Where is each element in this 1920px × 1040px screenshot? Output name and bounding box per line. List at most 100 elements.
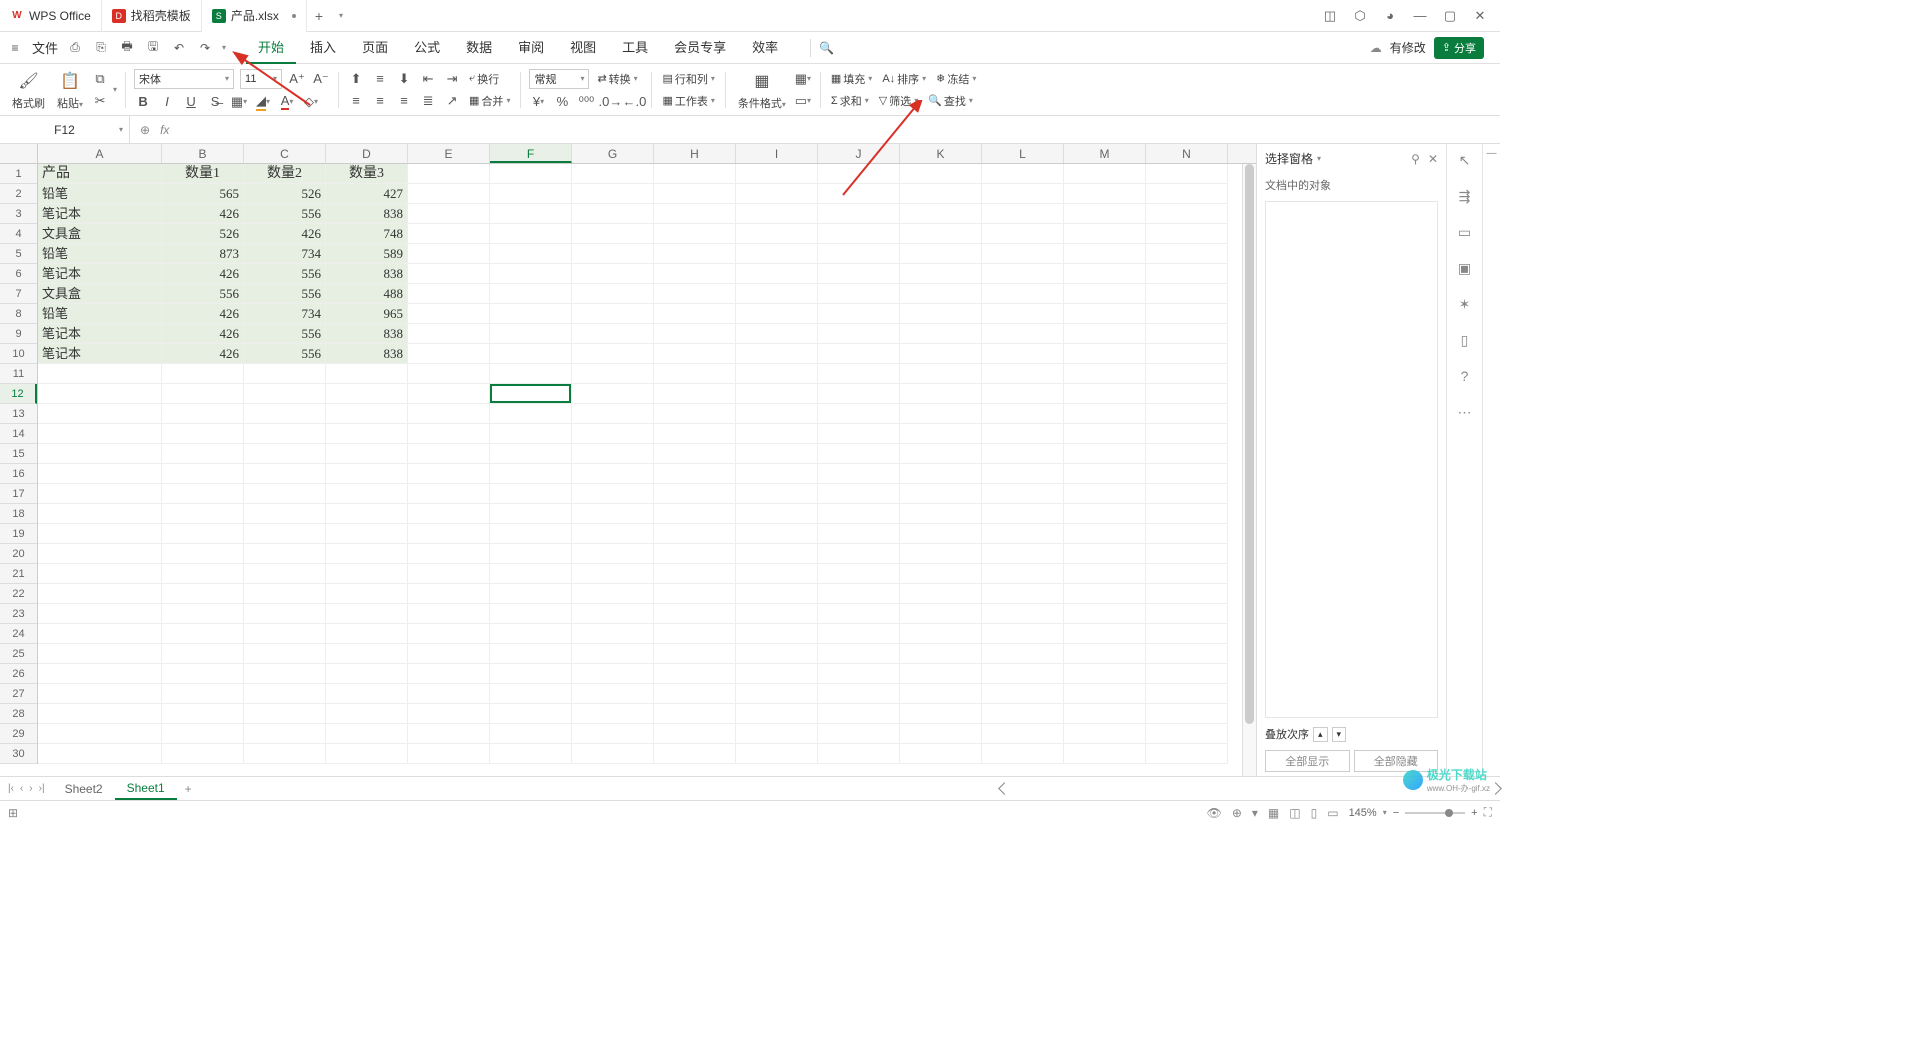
cell-J14[interactable] xyxy=(818,424,900,444)
cell-G15[interactable] xyxy=(572,444,654,464)
col-header-F[interactable]: F xyxy=(490,144,572,163)
cell-G14[interactable] xyxy=(572,424,654,444)
cell-A1[interactable]: 产品 xyxy=(38,164,162,184)
cell-B17[interactable] xyxy=(162,484,244,504)
cell-B16[interactable] xyxy=(162,464,244,484)
row-header-29[interactable]: 29 xyxy=(0,724,37,744)
sort-button[interactable]: A↓排序▾ xyxy=(880,70,928,88)
cell-N18[interactable] xyxy=(1146,504,1228,524)
cell-N7[interactable] xyxy=(1146,284,1228,304)
align-middle-icon[interactable]: ≡ xyxy=(371,70,389,88)
cell-D22[interactable] xyxy=(326,584,408,604)
cell-A18[interactable] xyxy=(38,504,162,524)
cell-L24[interactable] xyxy=(982,624,1064,644)
cell-B23[interactable] xyxy=(162,604,244,624)
cell-K23[interactable] xyxy=(900,604,982,624)
cell-F19[interactable] xyxy=(490,524,572,544)
reading-view-icon[interactable]: ▭ xyxy=(1327,806,1338,820)
cell-G5[interactable] xyxy=(572,244,654,264)
cell-J26[interactable] xyxy=(818,664,900,684)
cell-M18[interactable] xyxy=(1064,504,1146,524)
cell-F22[interactable] xyxy=(490,584,572,604)
cell-E15[interactable] xyxy=(408,444,490,464)
cell-C23[interactable] xyxy=(244,604,326,624)
menu-tab-review[interactable]: 审阅 xyxy=(506,31,556,64)
cell-F2[interactable] xyxy=(490,184,572,204)
cell-L27[interactable] xyxy=(982,684,1064,704)
menu-tab-efficiency[interactable]: 效率 xyxy=(740,31,790,64)
cell-A21[interactable] xyxy=(38,564,162,584)
cell-C17[interactable] xyxy=(244,484,326,504)
cell-A3[interactable]: 笔记本 xyxy=(38,204,162,224)
cell-C3[interactable]: 556 xyxy=(244,204,326,224)
paste-group[interactable]: 📋 粘贴▾ xyxy=(53,69,87,111)
italic-icon[interactable]: I xyxy=(158,93,176,111)
cell-K11[interactable] xyxy=(900,364,982,384)
cell-G4[interactable] xyxy=(572,224,654,244)
cell-A16[interactable] xyxy=(38,464,162,484)
cell-I24[interactable] xyxy=(736,624,818,644)
cell-E9[interactable] xyxy=(408,324,490,344)
cell-C4[interactable]: 426 xyxy=(244,224,326,244)
cell-H16[interactable] xyxy=(654,464,736,484)
clipboard-tool-icon[interactable]: ▭ xyxy=(1455,222,1475,242)
row-col-button[interactable]: ▤行和列▾ xyxy=(660,70,716,88)
qat-dropdown[interactable]: ▾ xyxy=(222,43,226,52)
chart-tool-icon[interactable]: ▣ xyxy=(1455,258,1475,278)
cell-A20[interactable] xyxy=(38,544,162,564)
cell-F1[interactable] xyxy=(490,164,572,184)
cell-D7[interactable]: 488 xyxy=(326,284,408,304)
cell-M30[interactable] xyxy=(1064,744,1146,764)
cell-I13[interactable] xyxy=(736,404,818,424)
cell-J24[interactable] xyxy=(818,624,900,644)
find-button[interactable]: 🔍查找▾ xyxy=(926,92,975,110)
cell-G26[interactable] xyxy=(572,664,654,684)
cut-icon[interactable]: ✂ xyxy=(91,92,109,110)
cell-A15[interactable] xyxy=(38,444,162,464)
cell-D12[interactable] xyxy=(326,384,408,404)
tab-template[interactable]: D 找稻壳模板 xyxy=(102,0,202,32)
cell-G7[interactable] xyxy=(572,284,654,304)
cell-A8[interactable]: 铅笔 xyxy=(38,304,162,324)
copy-icon[interactable]: ⧉ xyxy=(91,70,109,88)
cell-H15[interactable] xyxy=(654,444,736,464)
cell-E7[interactable] xyxy=(408,284,490,304)
cell-L5[interactable] xyxy=(982,244,1064,264)
cell-D29[interactable] xyxy=(326,724,408,744)
cell-N20[interactable] xyxy=(1146,544,1228,564)
cell-H6[interactable] xyxy=(654,264,736,284)
cell-D17[interactable] xyxy=(326,484,408,504)
cell-J27[interactable] xyxy=(818,684,900,704)
cell-H11[interactable] xyxy=(654,364,736,384)
cell-L18[interactable] xyxy=(982,504,1064,524)
cell-D16[interactable] xyxy=(326,464,408,484)
cell-H30[interactable] xyxy=(654,744,736,764)
cell-E27[interactable] xyxy=(408,684,490,704)
cell-N1[interactable] xyxy=(1146,164,1228,184)
close-button[interactable]: ✕ xyxy=(1472,8,1488,24)
cell-L26[interactable] xyxy=(982,664,1064,684)
cell-F28[interactable] xyxy=(490,704,572,724)
cell-B19[interactable] xyxy=(162,524,244,544)
cell-D25[interactable] xyxy=(326,644,408,664)
cell-N24[interactable] xyxy=(1146,624,1228,644)
cell-L30[interactable] xyxy=(982,744,1064,764)
cell-K22[interactable] xyxy=(900,584,982,604)
cell-L17[interactable] xyxy=(982,484,1064,504)
cell-L13[interactable] xyxy=(982,404,1064,424)
cell-F26[interactable] xyxy=(490,664,572,684)
cell-H18[interactable] xyxy=(654,504,736,524)
cell-M17[interactable] xyxy=(1064,484,1146,504)
cell-F3[interactable] xyxy=(490,204,572,224)
cell-I18[interactable] xyxy=(736,504,818,524)
cell-B1[interactable]: 数量1 xyxy=(162,164,244,184)
cell-G16[interactable] xyxy=(572,464,654,484)
cell-H9[interactable] xyxy=(654,324,736,344)
cell-H26[interactable] xyxy=(654,664,736,684)
cell-F24[interactable] xyxy=(490,624,572,644)
cell-E11[interactable] xyxy=(408,364,490,384)
cell-G24[interactable] xyxy=(572,624,654,644)
menu-tab-member[interactable]: 会员专享 xyxy=(662,31,738,64)
cell-F12[interactable] xyxy=(490,384,572,404)
cell-M27[interactable] xyxy=(1064,684,1146,704)
